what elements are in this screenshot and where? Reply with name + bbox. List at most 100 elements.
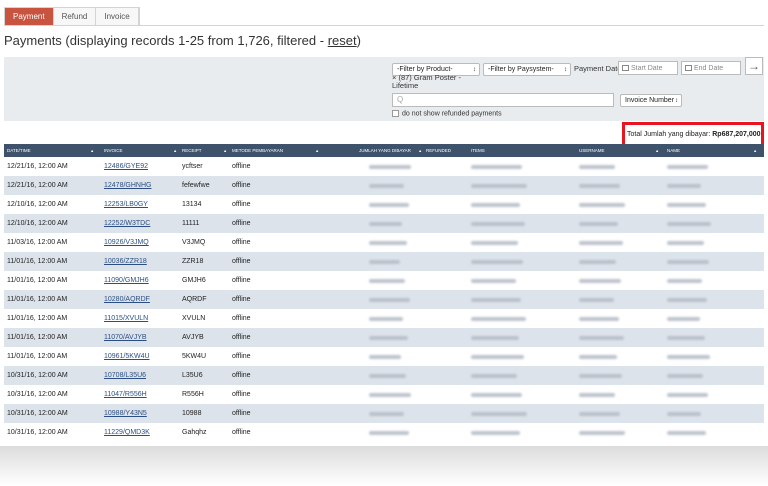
column-header-method[interactable]: METODE PEMBAYARAN	[232, 144, 283, 157]
table-row[interactable]: 10/31/16, 12:00 AM 11229/QMD3K Gahqhz offli…	[4, 423, 764, 442]
redacted-value	[579, 336, 624, 340]
cell-datetime: 11/03/16, 12:00 AM	[7, 239, 68, 246]
redacted-value	[471, 241, 518, 245]
column-header-label: ITEMS	[471, 148, 485, 153]
cell-method: offline	[232, 163, 251, 170]
column-header-refunded[interactable]: REFUNDED	[426, 144, 451, 157]
invoice-link[interactable]: 12253/LB0GY	[104, 195, 148, 214]
cell-receipt: 11111	[182, 220, 200, 227]
table-row[interactable]: 11/01/16, 12:00 AM 11090/GMJH6 GMJH6 offlin…	[4, 271, 764, 290]
page-title-prefix: Payments (displaying records 1-25 from 1…	[4, 33, 328, 48]
table-row[interactable]: 11/03/16, 12:00 AM 10926/V3JMQ V3JMQ offlin…	[4, 233, 764, 252]
table-row[interactable]: 11/01/16, 12:00 AM 10036/ZZR18 ZZR18 offlin…	[4, 252, 764, 271]
end-date-input[interactable]: End Date	[681, 61, 741, 75]
reset-link[interactable]: reset	[328, 33, 357, 48]
table-row[interactable]: 12/10/16, 12:00 AM 12252/W3TDC 11111 offlin…	[4, 214, 764, 233]
sort-icon[interactable]: ▴	[174, 144, 176, 157]
invoice-link[interactable]: 11070/AVJYB	[104, 328, 147, 347]
sort-icon[interactable]: ▴	[316, 144, 318, 157]
table-row[interactable]: 10/31/16, 12:00 AM 11047/R556H R556H offlin…	[4, 385, 764, 404]
redacted-value	[369, 374, 406, 378]
sort-icon[interactable]: ▴	[224, 144, 226, 157]
cell-datetime: 12/21/16, 12:00 AM	[7, 182, 68, 189]
table-row[interactable]: 11/01/16, 12:00 AM 11070/AVJYB AVJYB offlin…	[4, 328, 764, 347]
redacted-value	[369, 431, 409, 435]
cell-method: offline	[232, 353, 251, 360]
tab-invoice[interactable]: Invoice	[96, 8, 139, 25]
cell-receipt: fefewfwe	[182, 182, 210, 189]
redacted-value	[667, 279, 702, 283]
search-icon: Q	[397, 95, 404, 104]
column-header-items[interactable]: ITEMS	[471, 144, 485, 157]
invoice-link[interactable]: 10988/Y43N5	[104, 404, 147, 423]
cell-method: offline	[232, 372, 251, 379]
table-row[interactable]: 12/21/16, 12:00 AM 12486/GYE92 ycftser offl…	[4, 157, 764, 176]
column-header-receipt[interactable]: RECEIPT	[182, 144, 202, 157]
redacted-value	[667, 222, 711, 226]
cell-method: offline	[232, 239, 251, 246]
cell-receipt: ZZR18	[182, 258, 204, 265]
selected-product-chip[interactable]: × (87) Gram Poster - Lifetime	[392, 74, 462, 90]
redacted-value	[471, 374, 517, 378]
end-date-placeholder: End Date	[694, 65, 724, 72]
sort-icon[interactable]: ▴	[656, 144, 658, 157]
cell-method: offline	[232, 258, 251, 265]
calendar-icon	[622, 65, 629, 71]
column-header-label: REFUNDED	[426, 148, 452, 153]
invoice-link[interactable]: 10036/ZZR18	[104, 252, 147, 271]
tab-refund[interactable]: Refund	[54, 8, 97, 25]
invoice-link[interactable]: 12252/W3TDC	[104, 214, 150, 233]
table-row[interactable]: 11/01/16, 12:00 AM 11015/XVULN XVULN offlin…	[4, 309, 764, 328]
table-row[interactable]: 10/31/16, 12:00 AM 10988/Y43N5 10988 offlin…	[4, 404, 764, 423]
invoice-link[interactable]: 11229/QMD3K	[104, 423, 150, 442]
invoice-link[interactable]: 10280/AQRDF	[104, 290, 150, 309]
invoice-link[interactable]: 11047/R556H	[104, 385, 147, 404]
total-amount: Total Jumlah yang dibayar: Rp687,207,000	[627, 131, 761, 138]
column-header-label: METODE PEMBAYARAN	[232, 148, 284, 153]
invoice-link[interactable]: 10926/V3JMQ	[104, 233, 149, 252]
table-row[interactable]: 10/31/16, 12:00 AM 10708/L35U6 L35U6 offlin…	[4, 366, 764, 385]
column-header-invoice[interactable]: INVOICE	[104, 144, 123, 157]
redacted-value	[471, 165, 522, 169]
invoice-link[interactable]: 11015/XVULN	[104, 309, 148, 328]
invoice-link[interactable]: 12486/GYE92	[104, 157, 148, 176]
invoice-link[interactable]: 12478/GHNHG	[104, 176, 151, 195]
column-header-username[interactable]: USERNAME	[579, 144, 605, 157]
paysystem-filter-select[interactable]: -Filter by Paysystem- ↕	[483, 63, 571, 76]
redacted-value	[579, 184, 620, 188]
redacted-value	[667, 317, 700, 321]
sort-icon[interactable]: ▴	[754, 144, 756, 157]
column-header-amount[interactable]: JUMLAH YANG DIBAYAR	[359, 144, 411, 157]
search-input[interactable]: Q	[392, 93, 614, 107]
redacted-value	[667, 203, 706, 207]
table-row[interactable]: 11/01/16, 12:00 AM 10280/AQRDF AQRDF offlin…	[4, 290, 764, 309]
column-header-label: JUMLAH YANG DIBAYAR	[359, 148, 411, 153]
column-header-datetime[interactable]: DATE/TIME	[7, 144, 31, 157]
search-type-select[interactable]: Invoice Number ↕	[620, 94, 682, 107]
invoice-link[interactable]: 10961/5KW4U	[104, 347, 150, 366]
table-row[interactable]: 12/10/16, 12:00 AM 12253/LB0GY 13134 offlin…	[4, 195, 764, 214]
cell-datetime: 11/01/16, 12:00 AM	[7, 296, 68, 303]
redacted-value	[471, 222, 525, 226]
redacted-value	[579, 412, 620, 416]
invoice-link[interactable]: 11090/GMJH6	[104, 271, 149, 290]
start-date-placeholder: Start Date	[631, 65, 663, 72]
start-date-input[interactable]: Start Date	[618, 61, 678, 75]
sort-icon[interactable]: ▴	[91, 144, 93, 157]
column-header-name[interactable]: NAME	[667, 144, 680, 157]
redacted-value	[471, 355, 524, 359]
page-bottom-shadow	[0, 446, 768, 486]
no-refunded-checkbox[interactable]: do not show refunded payments	[392, 110, 502, 117]
tab-payment[interactable]: Payment	[5, 8, 54, 25]
cell-datetime: 12/10/16, 12:00 AM	[7, 220, 68, 227]
total-value: Rp687,207,000	[712, 131, 761, 138]
payments-table-body: 12/21/16, 12:00 AM 12486/GYE92 ycftser offl…	[4, 157, 764, 442]
tabs-divider	[118, 25, 764, 26]
checkbox-box[interactable]	[392, 110, 399, 117]
invoice-link[interactable]: 10708/L35U6	[104, 366, 146, 385]
table-row[interactable]: 12/21/16, 12:00 AM 12478/GHNHG fefewfwe off…	[4, 176, 764, 195]
table-row[interactable]: 11/01/16, 12:00 AM 10961/5KW4U 5KW4U offlin…	[4, 347, 764, 366]
apply-filter-button[interactable]: →	[745, 57, 763, 75]
sort-icon[interactable]: ▴	[419, 144, 421, 157]
cell-method: offline	[232, 315, 251, 322]
